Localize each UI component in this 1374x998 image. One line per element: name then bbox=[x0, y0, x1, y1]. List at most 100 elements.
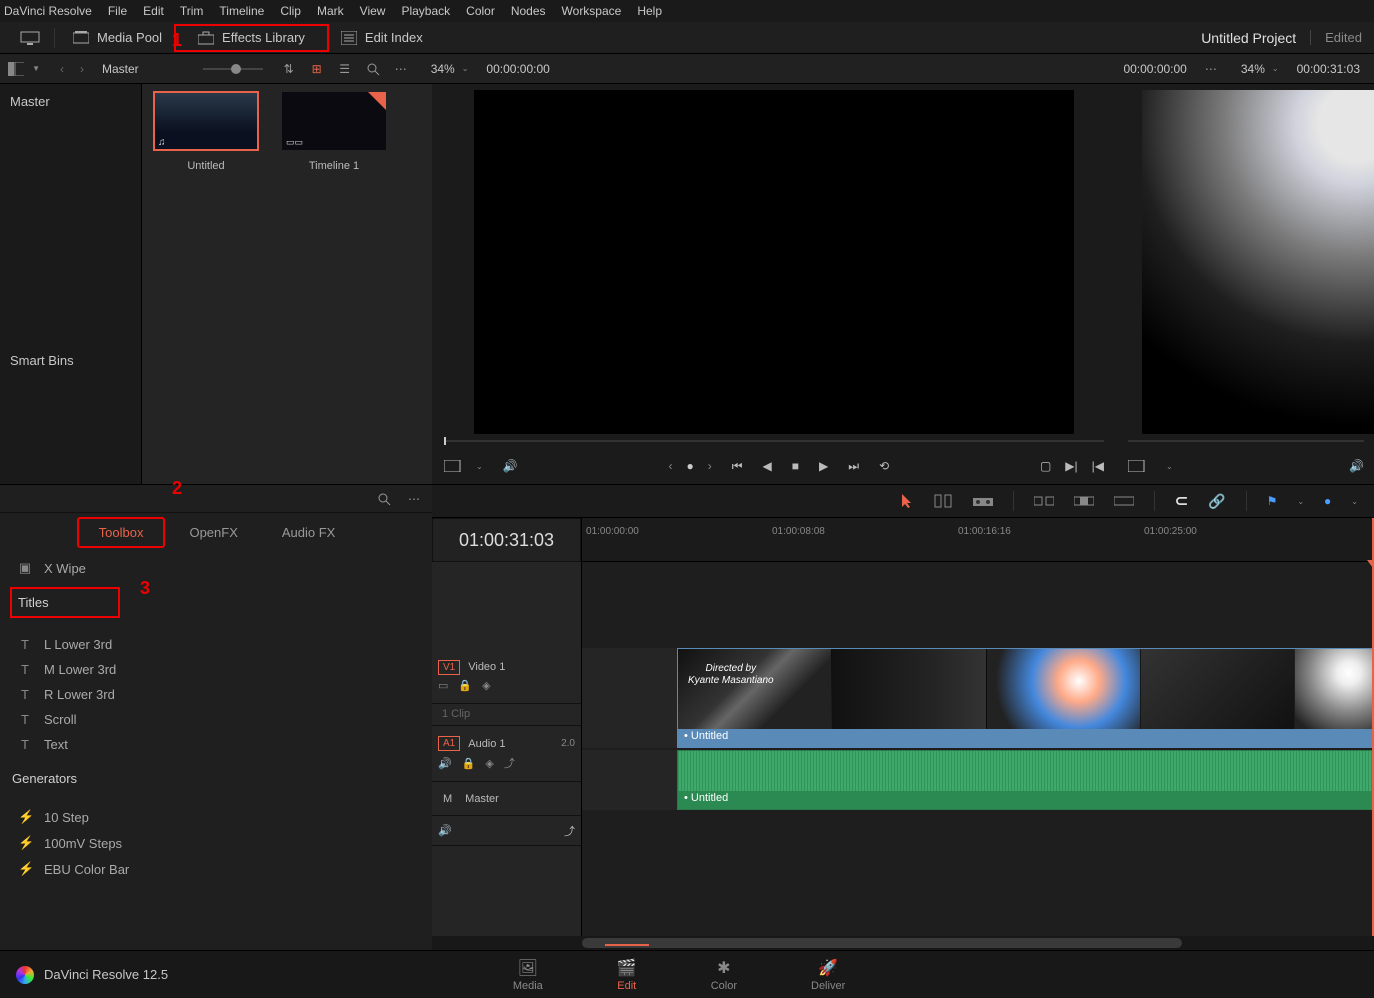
fx-item[interactable]: TM Lower 3rd bbox=[10, 657, 422, 682]
clip-item[interactable]: ♫ Untitled bbox=[154, 92, 258, 172]
trim-tool-icon[interactable] bbox=[933, 493, 953, 509]
auto-icon[interactable]: ◈ bbox=[485, 757, 493, 770]
page-deliver[interactable]: 🚀Deliver bbox=[799, 954, 857, 996]
track-head-master-sub[interactable]: 🔊 ⤴ bbox=[432, 816, 581, 846]
smart-bins[interactable]: Smart Bins bbox=[10, 353, 131, 368]
play-icon[interactable]: ▶ bbox=[819, 459, 828, 473]
search-icon[interactable] bbox=[363, 59, 383, 79]
clip-thumb[interactable]: ♫ bbox=[154, 92, 258, 150]
fx-item[interactable]: TR Lower 3rd bbox=[10, 682, 422, 707]
more-icon[interactable]: ⋯ bbox=[404, 489, 424, 509]
timeline-ruler[interactable]: 01:00:00:00 01:00:08:08 01:00:16:16 01:0… bbox=[582, 518, 1374, 562]
track-head-master[interactable]: MMaster bbox=[432, 782, 581, 816]
speaker-icon[interactable]: 🔊 bbox=[1349, 459, 1364, 473]
media-pool-button[interactable]: Media Pool bbox=[61, 24, 174, 52]
video-track[interactable]: Directed byKyante Masantiano • Untitled bbox=[582, 648, 1374, 748]
timeline-hscroll[interactable] bbox=[432, 936, 1374, 950]
menu-playback[interactable]: Playback bbox=[401, 4, 450, 18]
record-video[interactable] bbox=[1142, 90, 1374, 434]
audio-clip[interactable]: • Untitled bbox=[677, 750, 1374, 810]
menu-edit[interactable]: Edit bbox=[143, 4, 164, 18]
audio-track[interactable]: • Untitled bbox=[582, 750, 1374, 810]
menu-file[interactable]: File bbox=[108, 4, 127, 18]
chevron-down-icon[interactable]: ⌄ bbox=[1166, 462, 1173, 471]
menu-nodes[interactable]: Nodes bbox=[511, 4, 546, 18]
track-head-a1[interactable]: A1Audio 12.0 🔊🔒◈⤴ bbox=[432, 726, 581, 782]
next-edit-icon[interactable]: ▶| bbox=[1065, 459, 1077, 473]
speaker-icon[interactable]: 🔊 bbox=[503, 459, 518, 473]
fx-item[interactable]: ⚡100mV Steps bbox=[10, 830, 422, 856]
chevron-down-icon[interactable]: ▼ bbox=[32, 64, 40, 73]
jog-back-icon[interactable]: ‹ bbox=[668, 459, 672, 473]
tab-toolbox[interactable]: Toolbox bbox=[77, 517, 166, 548]
tab-openfx[interactable]: OpenFX bbox=[169, 519, 257, 546]
record-scrubber[interactable] bbox=[1128, 440, 1364, 442]
stop-icon[interactable]: ■ bbox=[792, 459, 799, 473]
link-icon[interactable]: 🔗 bbox=[1208, 493, 1225, 510]
effects-library-button[interactable]: Effects Library bbox=[174, 24, 329, 52]
source-video[interactable] bbox=[474, 90, 1074, 434]
clip-thumb[interactable]: ▭▭ bbox=[282, 92, 386, 150]
menu-workspace[interactable]: Workspace bbox=[562, 4, 622, 18]
last-frame-icon[interactable]: ⏭ bbox=[848, 459, 859, 474]
curve-icon[interactable]: ⤴ bbox=[564, 823, 575, 839]
search-icon[interactable] bbox=[374, 489, 394, 509]
thumb-size-slider[interactable] bbox=[203, 68, 263, 70]
menu-trim[interactable]: Trim bbox=[180, 4, 204, 18]
overwrite-icon[interactable] bbox=[1074, 494, 1094, 508]
auto-icon[interactable]: ◈ bbox=[482, 679, 490, 692]
more-icon[interactable]: ⋯ bbox=[1201, 59, 1221, 79]
layout-button[interactable] bbox=[12, 24, 48, 52]
grid-view-icon[interactable]: ⊞ bbox=[307, 59, 327, 79]
chevron-down-icon[interactable]: ⌄ bbox=[1297, 497, 1304, 506]
fx-item[interactable]: ⚡EBU Color Bar bbox=[10, 856, 422, 882]
link-icon[interactable]: 🔒 bbox=[458, 679, 472, 692]
mute-icon[interactable]: 🔊 bbox=[438, 757, 452, 770]
edit-index-button[interactable]: Edit Index bbox=[329, 24, 435, 52]
jog-fwd-icon[interactable]: › bbox=[708, 459, 712, 473]
flag-icon[interactable]: ⚑ bbox=[1267, 494, 1278, 508]
more-icon[interactable]: ⋯ bbox=[391, 59, 411, 79]
clip-item[interactable]: ▭▭ Timeline 1 bbox=[282, 92, 386, 172]
display-mode-icon[interactable] bbox=[1128, 460, 1146, 472]
loop-icon[interactable]: ⟲ bbox=[879, 459, 889, 473]
prev-edit-icon[interactable]: |◀ bbox=[1092, 459, 1104, 473]
app-name[interactable]: DaVinci Resolve bbox=[4, 4, 92, 18]
category-titles[interactable]: Titles bbox=[10, 587, 120, 618]
fx-item[interactable]: TScroll bbox=[10, 707, 422, 732]
nav-back[interactable]: ‹ bbox=[56, 62, 68, 76]
blade-tool-icon[interactable] bbox=[973, 494, 993, 508]
menu-mark[interactable]: Mark bbox=[317, 4, 344, 18]
pointer-tool-icon[interactable] bbox=[901, 493, 913, 509]
src-zoom[interactable]: 34%⌄ bbox=[427, 62, 473, 76]
sort-icon[interactable]: ⇅ bbox=[279, 59, 299, 79]
tab-audiofx[interactable]: Audio FX bbox=[262, 519, 355, 546]
replace-icon[interactable] bbox=[1114, 494, 1134, 508]
chevron-down-icon[interactable]: ⌄ bbox=[1351, 497, 1358, 506]
fx-item[interactable]: ▣X Wipe bbox=[10, 555, 422, 581]
layout-icon[interactable] bbox=[8, 62, 24, 76]
match-frame-icon[interactable]: ▢ bbox=[1040, 459, 1051, 473]
menu-help[interactable]: Help bbox=[637, 4, 662, 18]
play-back-icon[interactable]: ◀ bbox=[763, 459, 772, 473]
marker-icon[interactable]: ● bbox=[1324, 494, 1331, 508]
page-edit[interactable]: 🎬Edit bbox=[605, 954, 649, 996]
nav-fwd[interactable]: › bbox=[76, 62, 88, 76]
category-generators[interactable]: Generators bbox=[10, 763, 422, 794]
timeline-body[interactable]: 01:00:00:00 01:00:08:08 01:00:16:16 01:0… bbox=[582, 518, 1374, 950]
lock-icon[interactable]: ▭ bbox=[438, 679, 448, 692]
menu-color[interactable]: Color bbox=[466, 4, 495, 18]
track-head-v1[interactable]: V1Video 1 ▭🔒◈ bbox=[432, 648, 581, 704]
jog-dot-icon[interactable]: ● bbox=[686, 459, 693, 473]
first-frame-icon[interactable]: ⏮ bbox=[732, 459, 743, 474]
fx-item[interactable]: TText bbox=[10, 732, 422, 757]
list-view-icon[interactable]: ☰ bbox=[335, 59, 355, 79]
menu-timeline[interactable]: Timeline bbox=[219, 4, 264, 18]
rec-zoom[interactable]: 34%⌄ bbox=[1237, 62, 1283, 76]
menu-view[interactable]: View bbox=[360, 4, 386, 18]
bin-master[interactable]: Master bbox=[10, 90, 131, 113]
snap-icon[interactable]: ⊂ bbox=[1175, 491, 1188, 511]
fx-item[interactable]: ⚡10 Step bbox=[10, 804, 422, 830]
display-mode-icon[interactable] bbox=[444, 460, 462, 472]
lock-icon[interactable]: 🔒 bbox=[462, 757, 476, 770]
